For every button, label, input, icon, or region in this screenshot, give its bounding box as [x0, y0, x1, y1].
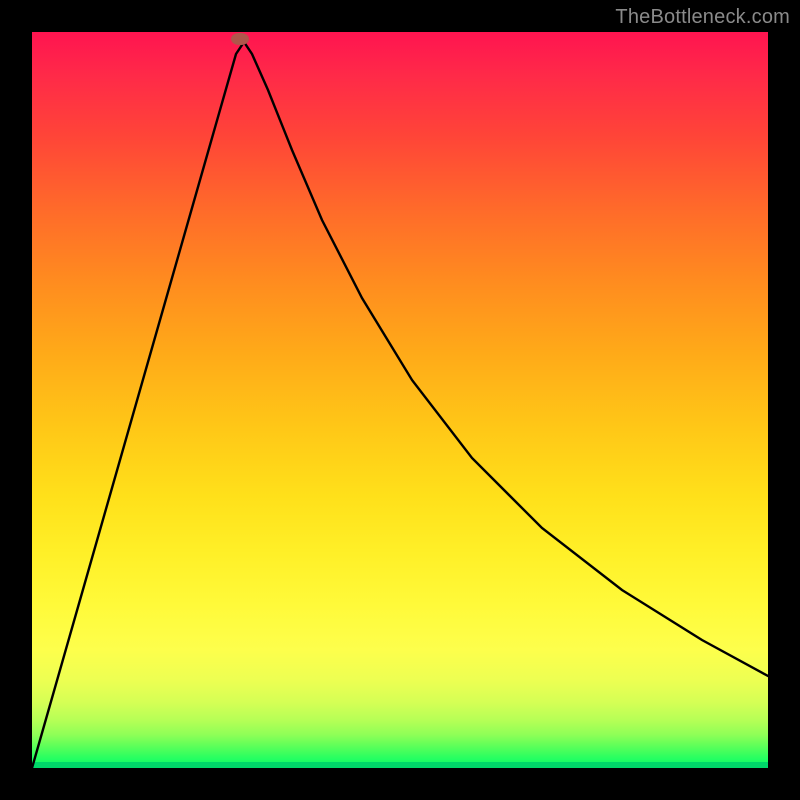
minimum-marker [231, 33, 249, 45]
chart-frame: TheBottleneck.com [0, 0, 800, 800]
plot-area [32, 32, 768, 768]
watermark-text: TheBottleneck.com [615, 6, 790, 29]
bottleneck-curve [32, 32, 768, 768]
